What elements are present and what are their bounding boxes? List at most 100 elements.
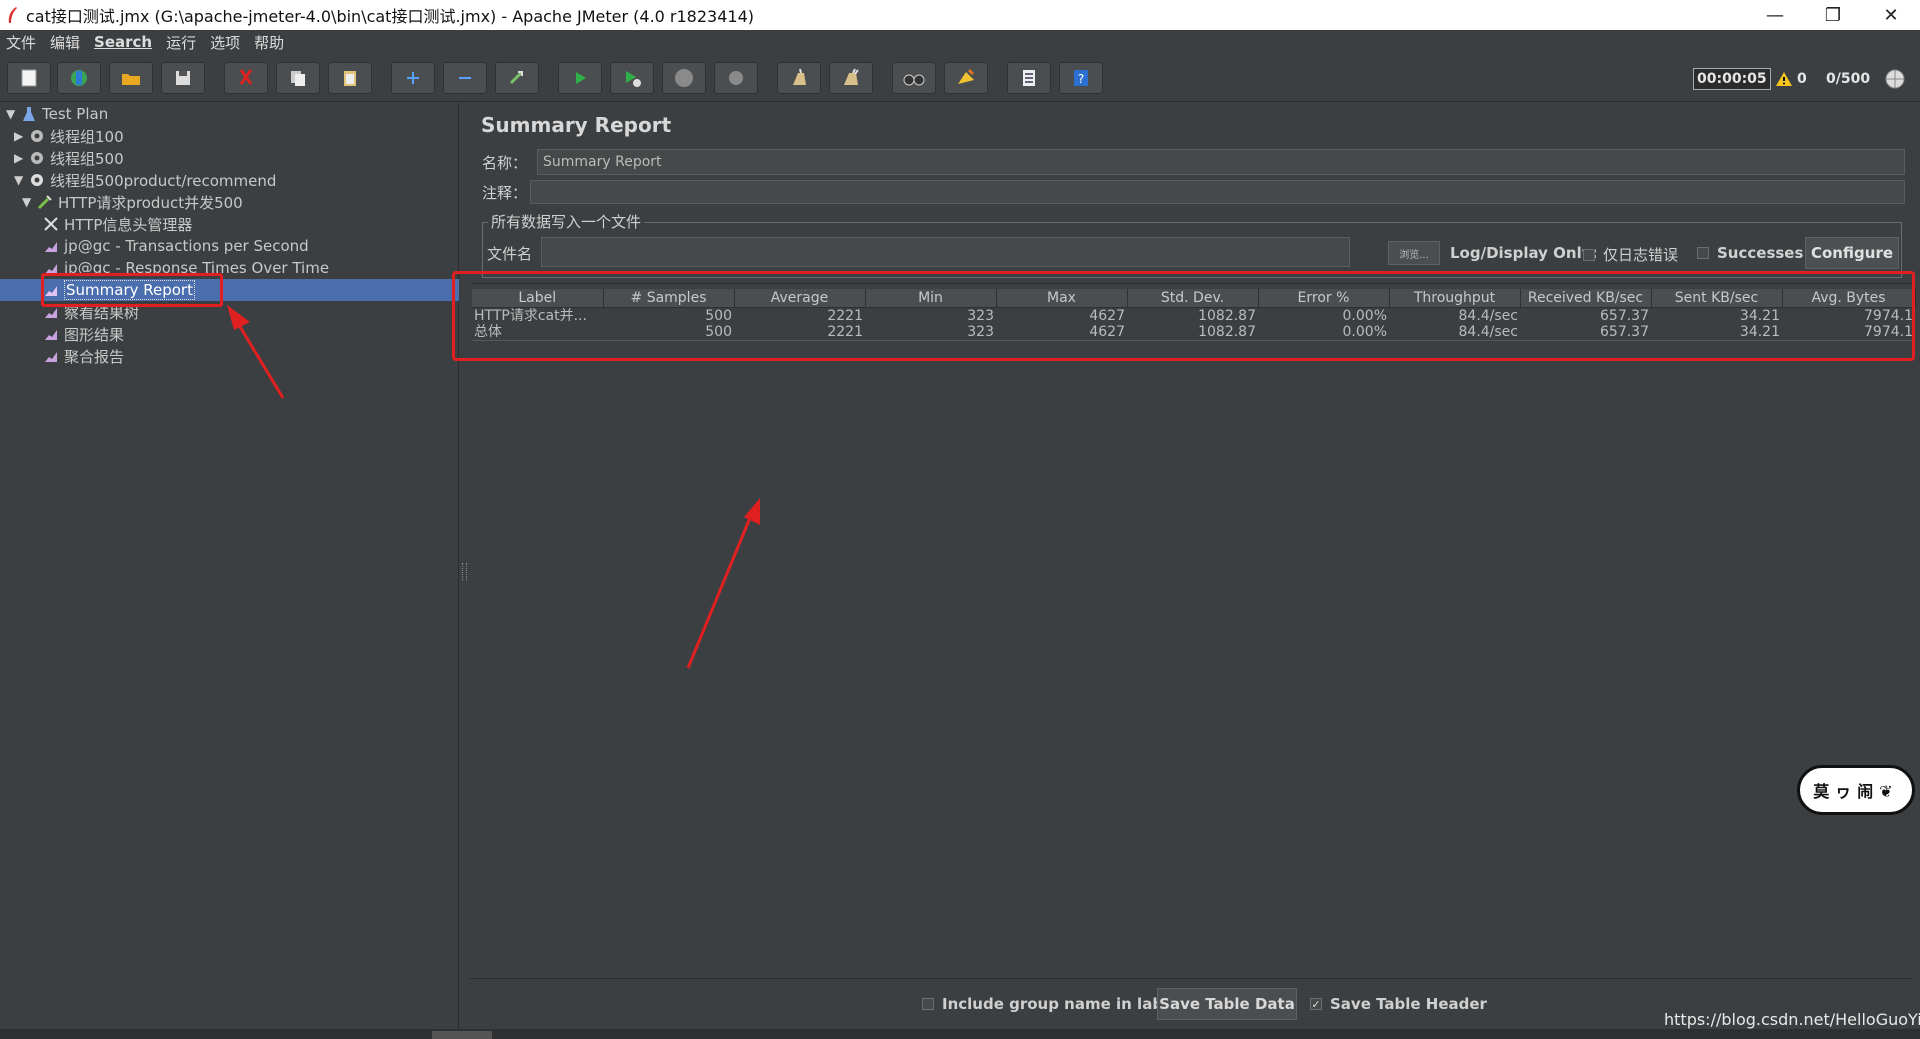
menu-options[interactable]: 选项 [210,32,240,53]
start-no-pauses-button[interactable] [610,62,654,94]
successes-checkbox[interactable]: Successes [1697,244,1803,262]
tree-item-label: HTTP请求product并发500 [58,193,243,212]
paste-button[interactable] [328,62,372,94]
horizontal-scrollbar[interactable] [0,1029,1920,1039]
results-table-area: Label # Samples Average Min Max Std. Dev… [472,283,1916,978]
save-table-data-button[interactable]: Save Table Data [1157,988,1297,1020]
clear-all-button[interactable] [829,62,873,94]
checkbox-box[interactable] [1697,247,1709,259]
menu-file[interactable]: 文件 [6,32,36,53]
remote-indicator[interactable] [1884,56,1906,102]
shutdown-icon [729,71,743,85]
errors-only-checkbox[interactable]: 仅日志错误 [1583,244,1678,265]
scrollbar-thumb[interactable] [432,1031,492,1039]
comment-input[interactable] [530,180,1905,204]
tree-item-label: 线程组100 [50,127,124,146]
expand-all-button[interactable] [391,62,435,94]
name-label: 名称： [482,154,528,172]
expand-toggle-icon[interactable]: ▶ [14,151,28,165]
tree-item-http-request[interactable]: ▼ HTTP请求product并发500 [22,191,243,213]
help-button[interactable]: ? [1059,62,1103,94]
copy-button[interactable] [276,62,320,94]
tree-item-test-plan[interactable]: ▼ Test Plan [6,103,108,125]
log-display-label: Log/Display Only: [1450,244,1598,262]
broom-all-icon [844,68,859,85]
expand-toggle-icon[interactable]: ▶ [14,129,28,143]
browse-button[interactable]: 浏览... [1388,241,1440,265]
toggle-button[interactable] [495,62,539,94]
clear-button[interactable] [777,62,821,94]
save-table-header-checkbox[interactable]: ✓ Save Table Header [1310,995,1487,1013]
open-button[interactable] [109,62,153,94]
toggle-icon [509,70,524,85]
page-title: Summary Report [481,113,672,137]
thread-counter: 0/500 [1826,71,1871,87]
annotation-highlight-table [452,271,1915,361]
tree-item-thread-group-500[interactable]: ▶ 线程组500 [14,147,124,169]
checkmark-icon[interactable]: ✓ [1310,998,1322,1011]
templates-button[interactable] [57,62,101,94]
folder-icon [122,74,140,85]
tree-item-thread-group-100[interactable]: ▶ 线程组100 [14,125,124,147]
tree-item-tps-listener[interactable]: jp@gc - Transactions per Second [42,235,309,257]
search-button[interactable] [892,62,936,94]
name-input[interactable]: Summary Report [537,149,1905,175]
tree-item-header-manager[interactable]: HTTP信息头管理器 [42,213,192,235]
warning-icon [1776,72,1792,86]
warnings-indicator[interactable]: 0 [1775,56,1807,102]
collapse-toggle-icon[interactable]: ▼ [14,173,28,187]
shutdown-button[interactable] [714,62,758,94]
minus-icon [459,77,471,79]
save-icon [176,71,190,85]
new-button[interactable] [7,62,51,94]
minimize-button[interactable]: — [1746,0,1804,30]
menu-bar: 文件 编辑 Search 运行 选项 帮助 [0,30,1920,54]
tree-item-label: 图形结果 [64,325,125,344]
gear-icon [28,127,46,145]
toolbar: ? 00:00:05 0 0/500 [0,56,1920,102]
collapse-toggle-icon[interactable]: ▼ [22,195,36,209]
menu-edit[interactable]: 编辑 [50,32,80,53]
templates-icon [71,70,87,86]
floating-widget[interactable]: 莫ヮ闹❦ [1797,765,1915,815]
list-icon [1023,70,1035,86]
scissors-icon [239,69,253,85]
start-button[interactable] [558,62,602,94]
checkbox-box[interactable] [1583,248,1595,261]
checkbox-box[interactable] [922,998,934,1010]
globe-icon [1885,69,1905,89]
stop-button[interactable] [662,62,706,94]
menu-help[interactable]: 帮助 [254,32,284,53]
panel-splitter[interactable] [459,103,470,1029]
wrench-icon [42,215,60,233]
window-title: cat接口测试.jmx (G:\apache-jmeter-4.0\bin\ca… [26,7,755,26]
play-icon [576,72,586,84]
summary-report-panel: Summary Report 名称： Summary Report 注释： 所有… [470,103,1916,1029]
configure-button[interactable]: Configure [1805,237,1899,269]
include-group-name-checkbox[interactable]: Include group name in label? [922,995,1187,1013]
collapse-toggle-icon[interactable]: ▼ [6,107,20,121]
tree-item-graph-results[interactable]: 图形结果 [42,323,124,345]
menu-run[interactable]: 运行 [166,32,196,53]
close-button[interactable]: ✕ [1862,0,1920,30]
stop-icon [675,69,693,87]
filename-input[interactable] [541,237,1350,267]
splitter-grip-icon[interactable] [462,563,467,581]
cut-button[interactable] [224,62,268,94]
broom-search-icon [958,68,975,84]
chart-icon [42,347,60,365]
maximize-button[interactable]: ❐ [1804,0,1862,30]
tree-item-label: jp@gc - Transactions per Second [64,237,309,255]
svg-text:?: ? [1078,72,1084,86]
function-helper-button[interactable] [1007,62,1051,94]
reset-search-button[interactable] [944,62,988,94]
tree-item-label: HTTP信息头管理器 [64,215,193,234]
tree-item-label: Test Plan [42,105,109,123]
tree-item-thread-group-500-recommend[interactable]: ▼ 线程组500product/recommend [14,169,276,191]
collapse-all-button[interactable] [443,62,487,94]
tree-item-label: 聚合报告 [64,347,125,366]
tree-item-aggregate-report[interactable]: 聚合报告 [42,345,124,367]
menu-search[interactable]: Search [94,33,152,51]
save-button[interactable] [161,62,205,94]
window-titlebar: cat接口测试.jmx (G:\apache-jmeter-4.0\bin\ca… [0,0,1920,30]
